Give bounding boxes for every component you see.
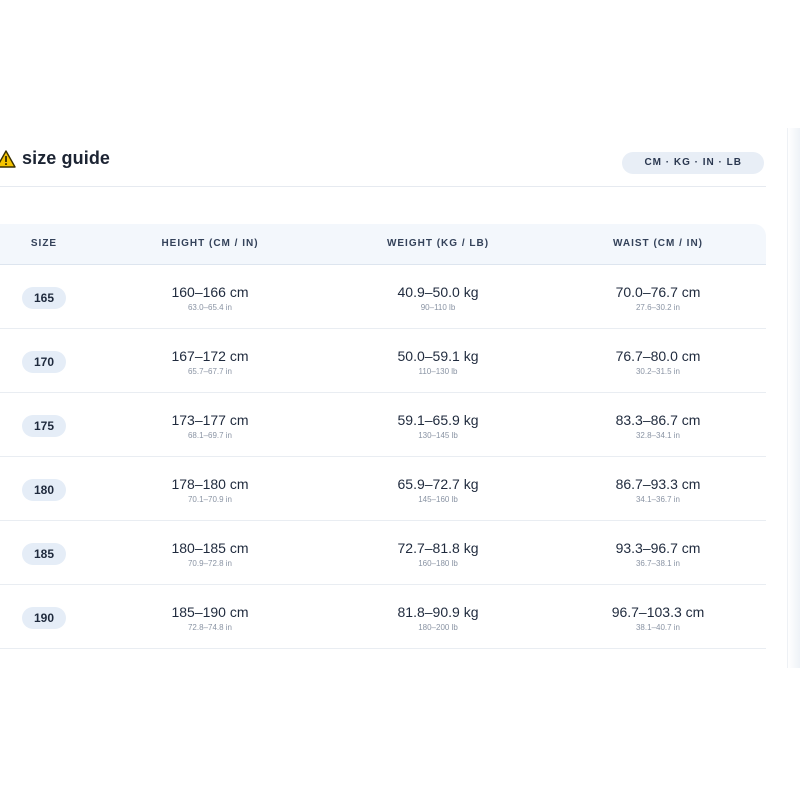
height-cell: 185–190 cm 72.8–74.8 in — [110, 603, 310, 634]
waist-cm: 83.3–86.7 cm — [615, 412, 701, 428]
table-row: 190 185–190 cm 72.8–74.8 in 81.8–90.9 kg… — [0, 585, 766, 649]
weight-lb: 160–180 lb — [418, 559, 458, 568]
table-row: 185 180–185 cm 70.9–72.8 in 72.7–81.8 kg… — [0, 521, 766, 585]
height-in: 65.7–67.7 in — [187, 367, 233, 376]
weight-lb: 180–200 lb — [418, 623, 458, 632]
height-cell: 173–177 cm 68.1–69.7 in — [110, 411, 310, 442]
waist-cm: 86.7–93.3 cm — [615, 476, 701, 492]
weight-lb: 145–160 lb — [418, 495, 458, 504]
waist-cell: 76.7–80.0 cm 30.2–31.5 in — [558, 347, 758, 378]
weight-lb: 90–110 lb — [420, 303, 456, 312]
weight-cell: 59.1–65.9 kg 130–145 lb — [338, 411, 538, 442]
weight-lb: 130–145 lb — [418, 431, 458, 440]
size-badge: 175 — [22, 415, 66, 437]
scroll-edge — [787, 128, 800, 668]
waist-cm: 76.7–80.0 cm — [615, 348, 701, 364]
table-row: 170 167–172 cm 65.7–67.7 in 50.0–59.1 kg… — [0, 329, 766, 393]
waist-cell: 93.3–96.7 cm 36.7–38.1 in — [558, 539, 758, 570]
page: size guide CM · KG · IN · LB SIZE HEIGHT… — [0, 0, 800, 800]
waist-in: 36.7–38.1 in — [635, 559, 681, 568]
height-cm: 167–172 cm — [171, 348, 249, 364]
height-in: 68.1–69.7 in — [187, 431, 233, 440]
table-row: 180 178–180 cm 70.1–70.9 in 65.9–72.7 kg… — [0, 457, 766, 521]
height-in: 63.0–65.4 in — [187, 303, 233, 312]
size-badge: 170 — [22, 351, 66, 373]
height-cm: 173–177 cm — [171, 412, 249, 428]
height-cm: 180–185 cm — [171, 540, 249, 556]
height-in: 70.9–72.8 in — [187, 559, 233, 568]
page-title: size guide — [22, 148, 111, 168]
size-guide-card: size guide CM · KG · IN · LB SIZE HEIGHT… — [0, 140, 766, 649]
waist-in: 27.6–30.2 in — [635, 303, 681, 312]
weight-lb: 110–130 lb — [418, 367, 458, 376]
column-header-weight: WEIGHT (KG / LB) — [386, 238, 490, 249]
weight-cell: 50.0–59.1 kg 110–130 lb — [338, 347, 538, 378]
title-group: size guide — [0, 148, 110, 169]
card-header: size guide CM · KG · IN · LB — [0, 140, 766, 187]
size-badge: 165 — [22, 287, 66, 309]
height-cell: 178–180 cm 70.1–70.9 in — [110, 475, 310, 506]
height-cell: 180–185 cm 70.9–72.8 in — [110, 539, 310, 570]
height-cm: 178–180 cm — [171, 476, 249, 492]
weight-cell: 40.9–50.0 kg 90–110 lb — [338, 283, 538, 314]
weight-cell: 65.9–72.7 kg 145–160 lb — [338, 475, 538, 506]
height-cm: 185–190 cm — [171, 604, 249, 620]
weight-kg: 81.8–90.9 kg — [397, 604, 479, 620]
weight-cell: 81.8–90.9 kg 180–200 lb — [338, 603, 538, 634]
weight-kg: 59.1–65.9 kg — [397, 412, 479, 428]
waist-cell: 96.7–103.3 cm 38.1–40.7 in — [558, 603, 758, 634]
waist-in: 34.1–36.7 in — [635, 495, 681, 504]
height-cm: 160–166 cm — [171, 284, 249, 300]
column-header-size: SIZE — [30, 238, 58, 249]
waist-cell: 83.3–86.7 cm 32.8–34.1 in — [558, 411, 758, 442]
column-header-waist: WAIST (CM / IN) — [613, 238, 703, 249]
weight-kg: 65.9–72.7 kg — [397, 476, 479, 492]
height-cell: 160–166 cm 63.0–65.4 in — [110, 283, 310, 314]
waist-cm: 96.7–103.3 cm — [611, 604, 705, 620]
height-in: 70.1–70.9 in — [187, 495, 233, 504]
waist-cm: 93.3–96.7 cm — [615, 540, 701, 556]
weight-kg: 72.7–81.8 kg — [397, 540, 479, 556]
height-in: 72.8–74.8 in — [187, 623, 233, 632]
size-badge: 180 — [22, 479, 66, 501]
column-header-height: HEIGHT (CM / IN) — [161, 238, 259, 249]
waist-cell: 70.0–76.7 cm 27.6–30.2 in — [558, 283, 758, 314]
size-badge: 190 — [22, 607, 66, 629]
height-cell: 167–172 cm 65.7–67.7 in — [110, 347, 310, 378]
weight-cell: 72.7–81.8 kg 160–180 lb — [338, 539, 538, 570]
waist-in: 30.2–31.5 in — [635, 367, 681, 376]
size-badge: 185 — [22, 543, 66, 565]
size-table: SIZE HEIGHT (CM / IN) WEIGHT (KG / LB) W… — [0, 224, 766, 649]
waist-cell: 86.7–93.3 cm 34.1–36.7 in — [558, 475, 758, 506]
waist-cm: 70.0–76.7 cm — [615, 284, 701, 300]
weight-kg: 50.0–59.1 kg — [397, 348, 479, 364]
weight-kg: 40.9–50.0 kg — [397, 284, 479, 300]
table-row: 165 160–166 cm 63.0–65.4 in 40.9–50.0 kg… — [0, 265, 766, 329]
waist-in: 32.8–34.1 in — [635, 431, 681, 440]
warning-triangle-icon — [0, 149, 16, 168]
units-toggle[interactable]: CM · KG · IN · LB — [622, 152, 764, 174]
table-header: SIZE HEIGHT (CM / IN) WEIGHT (KG / LB) W… — [0, 224, 766, 265]
table-row: 175 173–177 cm 68.1–69.7 in 59.1–65.9 kg… — [0, 393, 766, 457]
waist-in: 38.1–40.7 in — [635, 623, 681, 632]
